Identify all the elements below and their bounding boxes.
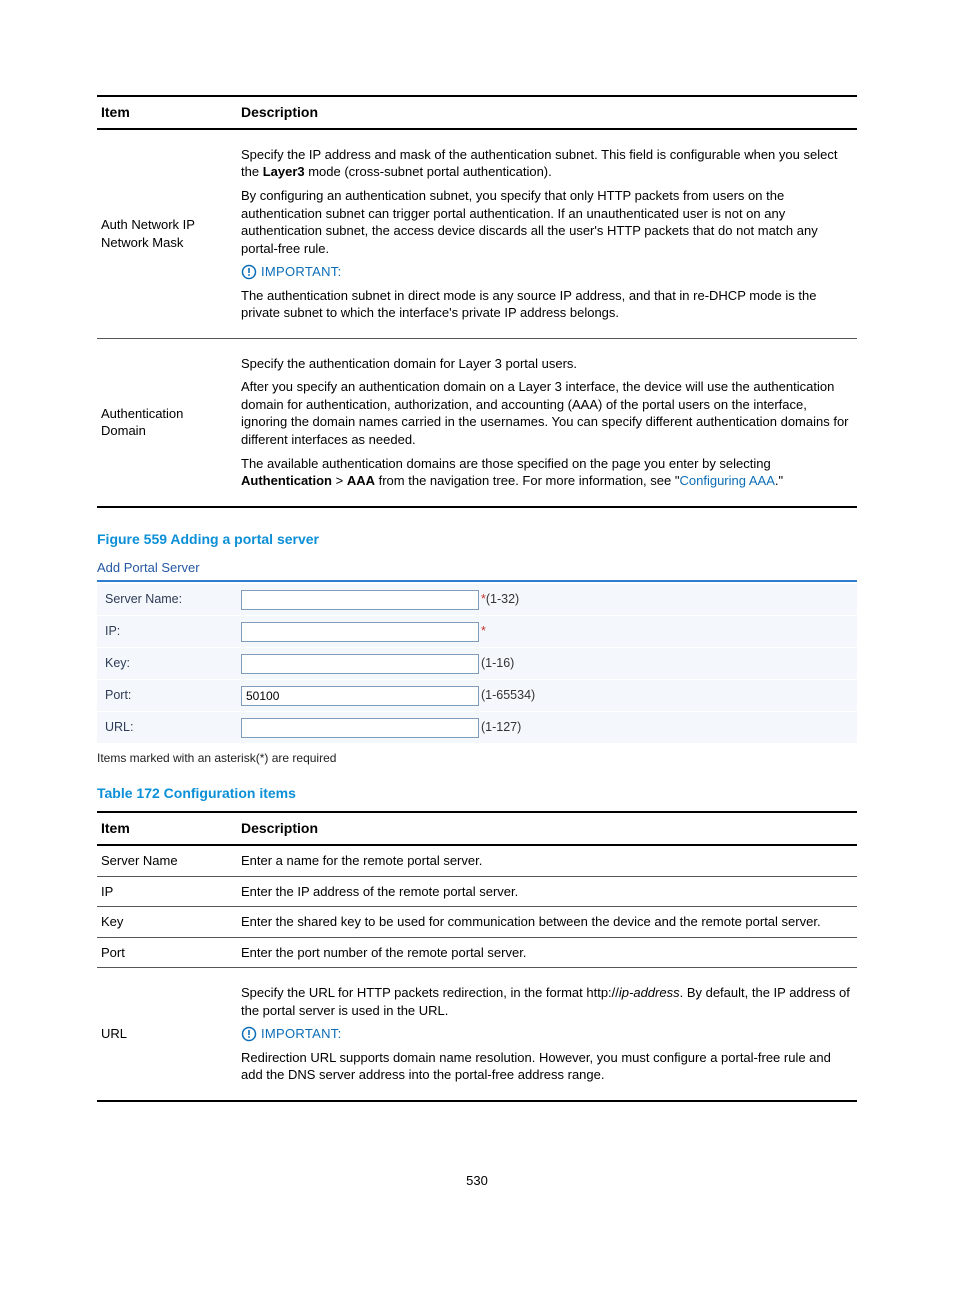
page-number: 530: [97, 1172, 857, 1190]
desc-cell: Enter a name for the remote portal serve…: [237, 845, 857, 876]
desc-cell: Specify the IP address and mask of the a…: [237, 129, 857, 338]
important-callout: IMPORTANT:: [241, 263, 851, 281]
desc-paragraph: The authentication subnet in direct mode…: [241, 287, 851, 322]
important-icon: [241, 1026, 257, 1042]
item-cell: URL: [97, 968, 237, 1101]
figure-caption: Figure 559 Adding a portal server: [97, 530, 857, 549]
table-row: Port Enter the port number of the remote…: [97, 937, 857, 968]
col-item: Item: [97, 96, 237, 129]
important-callout: IMPORTANT:: [241, 1025, 851, 1043]
table-row: URL Specify the URL for HTTP packets red…: [97, 968, 857, 1101]
table-row: Server Name Enter a name for the remote …: [97, 845, 857, 876]
important-label: IMPORTANT:: [261, 1025, 342, 1043]
key-input[interactable]: [241, 654, 479, 674]
form-row-url: URL: (1-127): [97, 712, 857, 744]
form-footnote: Items marked with an asterisk(*) are req…: [97, 750, 857, 766]
configuring-aaa-link[interactable]: Configuring AAA: [679, 473, 774, 488]
item-cell: Authentication Domain: [97, 338, 237, 506]
important-icon: [241, 264, 257, 280]
add-portal-server-form: Add Portal Server Server Name: *(1-32) I…: [97, 557, 857, 745]
ip-label: IP:: [97, 623, 241, 640]
desc-paragraph: After you specify an authentication doma…: [241, 378, 851, 448]
item-cell: Key: [97, 907, 237, 938]
desc-cell: Enter the shared key to be used for comm…: [237, 907, 857, 938]
table-caption: Table 172 Configuration items: [97, 784, 857, 803]
item-cell: Port: [97, 937, 237, 968]
required-star: *: [481, 624, 486, 638]
desc-paragraph: Specify the authentication domain for La…: [241, 355, 851, 373]
port-label: Port:: [97, 687, 241, 704]
form-row-port: Port: (1-65534): [97, 680, 857, 712]
desc-paragraph: By configuring an authentication subnet,…: [241, 187, 851, 257]
server-name-input[interactable]: [241, 590, 479, 610]
table-row: Auth Network IP Network Mask Specify the…: [97, 129, 857, 338]
port-input[interactable]: [241, 686, 479, 706]
form-row-server-name: Server Name: *(1-32): [97, 584, 857, 616]
desc-cell: Enter the port number of the remote port…: [237, 937, 857, 968]
server-name-label: Server Name:: [97, 591, 241, 608]
desc-cell: Specify the authentication domain for La…: [237, 338, 857, 506]
item-cell: Server Name: [97, 845, 237, 876]
item-cell: IP: [97, 876, 237, 907]
config-table-2: Item Description Server Name Enter a nam…: [97, 811, 857, 1102]
url-label: URL:: [97, 719, 241, 736]
col-item: Item: [97, 812, 237, 845]
form-header: Add Portal Server: [97, 557, 857, 583]
desc-paragraph: The available authentication domains are…: [241, 455, 851, 490]
desc-paragraph: Specify the URL for HTTP packets redirec…: [241, 984, 851, 1019]
table-row: Authentication Domain Specify the authen…: [97, 338, 857, 506]
url-input[interactable]: [241, 718, 479, 738]
desc-paragraph: Specify the IP address and mask of the a…: [241, 146, 851, 181]
desc-cell: Specify the URL for HTTP packets redirec…: [237, 968, 857, 1101]
important-label: IMPORTANT:: [261, 263, 342, 281]
table-row: Key Enter the shared key to be used for …: [97, 907, 857, 938]
ip-input[interactable]: [241, 622, 479, 642]
form-row-key: Key: (1-16): [97, 648, 857, 680]
item-cell: Auth Network IP Network Mask: [97, 129, 237, 338]
key-label: Key:: [97, 655, 241, 672]
table-row: IP Enter the IP address of the remote po…: [97, 876, 857, 907]
config-table-1: Item Description Auth Network IP Network…: [97, 95, 857, 508]
form-row-ip: IP: *: [97, 616, 857, 648]
desc-cell: Enter the IP address of the remote porta…: [237, 876, 857, 907]
desc-paragraph: Redirection URL supports domain name res…: [241, 1049, 851, 1084]
col-desc: Description: [237, 812, 857, 845]
col-desc: Description: [237, 96, 857, 129]
